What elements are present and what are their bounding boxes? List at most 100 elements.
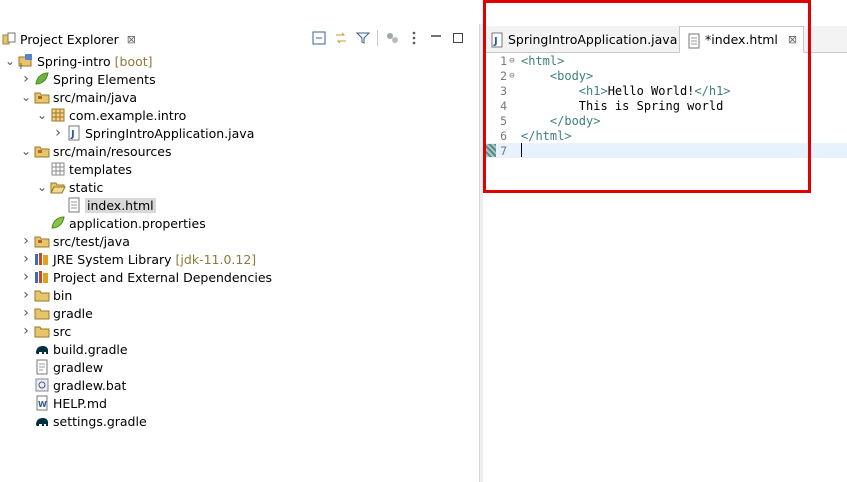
line-number: 5 [500,113,507,128]
minimize-icon[interactable] [428,30,444,46]
project-explorer-icon [2,32,16,46]
text-caret [521,143,522,157]
chevron-down-icon[interactable]: ⌄ [36,109,48,121]
chevron-right-icon[interactable]: › [20,269,32,285]
tree-item-label: build.gradle [53,341,128,357]
tree-item-label: index.html [85,197,156,213]
link-with-editor-icon[interactable] [333,30,349,46]
code-line[interactable]: 7 [483,143,847,158]
bat-file-icon [34,377,50,393]
java-file-icon: J [66,125,82,141]
line-number: 4 [500,98,507,113]
tree-item-label: src/main/java [53,89,138,105]
tree-item[interactable]: › bin [20,286,72,304]
tree-item[interactable]: W HELP.md [20,394,107,412]
tree-item[interactable]: ⌄ static [36,178,103,196]
source-folder-icon [34,89,50,105]
tree-item[interactable]: › Spring Elements [20,70,155,88]
chevron-right-icon[interactable]: › [20,287,32,303]
tree-item[interactable]: ⌄ src/main/resources [20,142,172,160]
chevron-down-icon[interactable]: ⌄ [20,91,32,103]
word-file-icon: W [34,395,50,411]
spring-leaf-icon [34,71,50,87]
editor-tab[interactable]: *index.html ⊠ [679,26,805,53]
tree-item-label: SpringIntroApplication.java [85,125,255,141]
tree-item[interactable]: › gradle [20,304,93,322]
focus-icon[interactable] [384,30,400,46]
code-text: </body> [549,113,601,128]
editor-tab[interactable]: J SpringIntroApplication.java [483,26,683,52]
tree-item[interactable]: › JRE System Library [jdk-11.0.12] [20,250,256,268]
tree-item[interactable]: › src/test/java [20,232,130,250]
svg-text:J: J [19,62,22,69]
project-explorer-tab[interactable]: Project Explorer ⊠ [2,29,136,49]
collapse-all-icon[interactable] [311,30,327,46]
tree-item[interactable]: ⌄ J Spring-intro [boot] [4,52,153,70]
line-number: 3 [500,83,507,98]
filter-icon[interactable] [355,30,371,46]
package-icon [50,107,66,123]
chevron-right-icon[interactable]: › [20,71,32,87]
gradle-elephant-icon [34,413,50,429]
tree-item[interactable]: settings.gradle [20,412,147,430]
tree-item[interactable]: gradlew [20,358,103,376]
tree-item-label: src/test/java [53,233,130,249]
tree-item[interactable]: application.properties [36,214,206,232]
folder-icon [34,323,50,339]
view-menu-icon[interactable] [406,30,422,46]
tree-item[interactable]: index.html [52,196,156,214]
chevron-down-icon[interactable]: ⌄ [20,145,32,157]
code-line[interactable]: 4 This is Spring world [483,98,847,113]
tree-item[interactable]: › J SpringIntroApplication.java [52,124,254,142]
close-icon[interactable]: ⊠ [127,33,136,46]
line-number: 6 [500,128,507,143]
chevron-right-icon[interactable]: › [20,305,32,321]
chevron-down-icon[interactable]: ⌄ [4,55,16,67]
chevron-right-icon[interactable]: › [20,323,32,339]
code-line[interactable]: 1 ⊖ <html> [483,53,847,68]
chevron-down-icon[interactable]: ⌄ [36,181,48,193]
editor-area: J SpringIntroApplication.java *index.html ⊠… [483,24,847,482]
html-file-icon [686,33,700,48]
maximize-icon[interactable] [450,30,466,46]
tree-item[interactable]: ⌄ com.example.intro [36,106,186,124]
chevron-right-icon[interactable]: › [52,125,64,141]
code-line[interactable]: 6 </html> [483,128,847,143]
project-icon: J [18,53,34,69]
code-text: <h1>Hello World!</h1> [578,83,731,98]
project-explorer-header: Project Explorer ⊠ [0,28,472,50]
source-folder-icon [34,143,50,159]
tree-item-label: gradlew [53,359,104,375]
close-icon[interactable]: ⊠ [788,33,797,46]
fold-toggle-icon[interactable]: ⊖ [507,71,517,81]
chevron-right-icon[interactable]: › [20,233,32,249]
code-line[interactable]: 3 <h1>Hello World!</h1> [483,83,847,98]
tree-item[interactable]: build.gradle [20,340,128,358]
tree-item[interactable]: templates [36,160,132,178]
code-text: This is Spring world [521,98,724,113]
tree-item[interactable]: gradlew.bat [20,376,126,394]
code-line[interactable]: 5 </body> [483,113,847,128]
editor-tab-label: SpringIntroApplication.java [508,31,678,47]
toolbar-separator [377,30,378,46]
code-text: <html> [521,53,565,68]
tree-item[interactable]: › Project and External Dependencies [20,268,272,286]
tree-item-label: gradlew.bat [53,377,127,393]
fold-toggle-icon[interactable]: ⊖ [507,56,517,66]
tree-item[interactable]: ⌄ src/main/java [20,88,137,106]
library-icon [34,269,50,285]
tree-item-label: HELP.md [53,395,107,411]
code-editor[interactable]: 1 ⊖ <html> 2 ⊖ <body> 3 <h1>Hello World!</h1>… [483,53,847,482]
chevron-right-icon[interactable]: › [20,251,32,267]
package-empty-icon [50,161,66,177]
current-line-ruler-marker [484,144,496,157]
tree-item-label: templates [69,161,132,177]
svg-text:W: W [38,400,47,409]
code-line[interactable]: 2 ⊖ <body> [483,68,847,83]
tree-item-label: com.example.intro [69,107,187,123]
tree-item-label: Project and External Dependencies [53,269,273,285]
svg-text:J: J [493,36,498,47]
tree-item[interactable]: › src [20,322,71,340]
tree-item-label: src [53,323,72,339]
project-explorer-view: Project Explorer ⊠ ⌄ J Spring-intro [boot] ›… [0,24,479,482]
